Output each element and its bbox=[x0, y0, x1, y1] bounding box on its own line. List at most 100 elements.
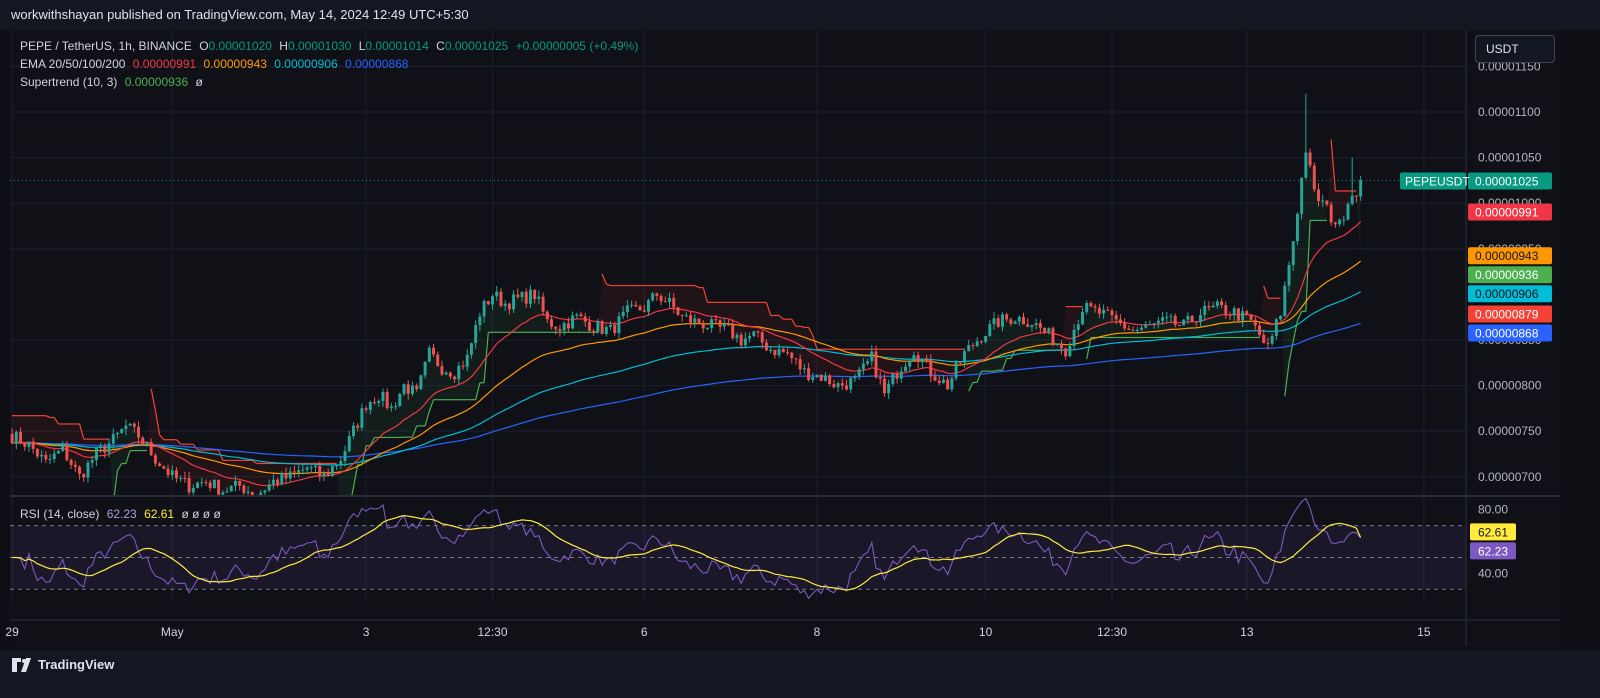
ema-legend[interactable]: EMA 20/50/100/200 0.00000991 0.00000943 … bbox=[20, 57, 412, 71]
candle-body bbox=[1295, 213, 1299, 242]
candle-body bbox=[1097, 307, 1101, 314]
candle-body bbox=[786, 352, 789, 354]
candle-body bbox=[1106, 309, 1110, 311]
ema100-value: 0.00000906 bbox=[274, 57, 338, 71]
candle-body bbox=[486, 300, 490, 305]
supertrend-fill bbox=[998, 320, 1003, 371]
candle-body bbox=[575, 314, 579, 316]
candle-body bbox=[415, 385, 419, 390]
candle-body bbox=[743, 338, 747, 346]
candle-body bbox=[204, 482, 208, 484]
candle-body bbox=[1228, 314, 1232, 316]
candle-body bbox=[1000, 314, 1004, 327]
candle-body bbox=[1161, 317, 1165, 321]
supertrend-fill bbox=[205, 449, 211, 486]
candle-body bbox=[1241, 311, 1245, 321]
candle-body bbox=[891, 373, 895, 384]
supertrend-legend[interactable]: Supertrend (10, 3) 0.00000936 ø bbox=[20, 75, 207, 89]
candle-body bbox=[1329, 204, 1333, 223]
candle-body bbox=[288, 471, 292, 479]
supertrend-fill bbox=[488, 300, 493, 333]
candle-body bbox=[1148, 323, 1152, 325]
candle-body bbox=[402, 384, 406, 394]
candle-body bbox=[1055, 343, 1059, 346]
candle-body bbox=[840, 383, 844, 386]
candle-body bbox=[1081, 311, 1084, 325]
candle-body bbox=[309, 467, 313, 469]
candle-body bbox=[432, 347, 436, 355]
candle-body bbox=[292, 471, 296, 473]
candle-body bbox=[495, 291, 499, 297]
rsi-label: RSI (14, close) bbox=[20, 507, 100, 521]
time-axis-label: 12:30 bbox=[478, 625, 508, 639]
candle-body bbox=[1182, 319, 1186, 326]
candle-body bbox=[56, 450, 60, 454]
supertrend-fill bbox=[260, 463, 265, 495]
candle-body bbox=[448, 372, 452, 377]
candle-body bbox=[1089, 303, 1093, 307]
candle-body bbox=[651, 293, 655, 301]
candle-body bbox=[10, 433, 14, 444]
candle-body bbox=[1140, 327, 1143, 330]
candle-body bbox=[684, 315, 688, 317]
candle-body bbox=[305, 467, 309, 470]
candle-body bbox=[78, 466, 82, 474]
rsi-plot-group bbox=[10, 497, 1466, 600]
legend-c-label: C bbox=[436, 39, 445, 53]
price-chart-svg[interactable]: 0.000011500.000011000.000010500.00001000… bbox=[0, 0, 1600, 650]
candle-body bbox=[179, 477, 183, 479]
time-axis-label: 3 bbox=[363, 625, 370, 639]
candle-body bbox=[1047, 328, 1051, 333]
candle-body bbox=[364, 408, 368, 410]
candle-body bbox=[731, 324, 735, 339]
candle-body bbox=[735, 334, 739, 339]
currency-button[interactable]: USDT bbox=[1475, 35, 1555, 63]
rsi-value: 62.23 bbox=[106, 507, 137, 521]
candle-body bbox=[1253, 319, 1257, 326]
supertrend-fill bbox=[943, 349, 948, 385]
candle-body bbox=[444, 372, 448, 375]
candle-body bbox=[14, 431, 18, 444]
supertrend-fill bbox=[833, 349, 839, 386]
tradingview-brand[interactable]: TradingView bbox=[12, 657, 114, 672]
candle-body bbox=[65, 444, 69, 461]
candle-body bbox=[520, 291, 524, 297]
candle-body bbox=[271, 479, 275, 485]
candle-body bbox=[625, 305, 629, 312]
supertrend-fill bbox=[745, 302, 750, 342]
candle-body bbox=[832, 384, 836, 388]
price-axis-tick: 0.00001050 bbox=[1478, 151, 1542, 165]
supertrend-fill bbox=[201, 449, 206, 483]
rsi-legend[interactable]: RSI (14, close) 62.23 62.61 ø ø ø ø bbox=[20, 507, 225, 521]
candle-body bbox=[128, 423, 132, 426]
candle-body bbox=[44, 454, 48, 460]
time-axis-label: 29 bbox=[5, 625, 19, 639]
candle-body bbox=[343, 450, 347, 462]
candle-body bbox=[1186, 315, 1190, 320]
candle-body bbox=[630, 304, 634, 306]
candle-body bbox=[971, 345, 975, 347]
candle-body bbox=[739, 334, 743, 346]
candle-body bbox=[1131, 329, 1135, 331]
candle-body bbox=[158, 463, 162, 467]
time-axis-label: 15 bbox=[1417, 625, 1431, 639]
legend-symbol[interactable]: PEPE / TetherUS, 1h, BINANCE bbox=[20, 39, 192, 53]
candle-body bbox=[996, 318, 1000, 327]
candle-body bbox=[436, 354, 440, 367]
rsi-axis-tick: 40.00 bbox=[1478, 566, 1508, 580]
candle-body bbox=[217, 479, 221, 495]
candle-body bbox=[1279, 315, 1283, 320]
candle-body bbox=[1211, 305, 1215, 308]
candle-body bbox=[705, 327, 709, 329]
candle-body bbox=[828, 375, 832, 385]
candle-body bbox=[516, 294, 520, 297]
candle-body bbox=[90, 460, 94, 463]
candle-body bbox=[638, 306, 642, 311]
candle-body bbox=[596, 321, 600, 333]
supertrend-fill bbox=[724, 302, 729, 326]
candle-body bbox=[866, 361, 870, 364]
supertrend-fill bbox=[408, 389, 413, 438]
supertrend-fill bbox=[75, 423, 80, 471]
candle-body bbox=[82, 473, 86, 478]
candle-body bbox=[61, 444, 65, 451]
